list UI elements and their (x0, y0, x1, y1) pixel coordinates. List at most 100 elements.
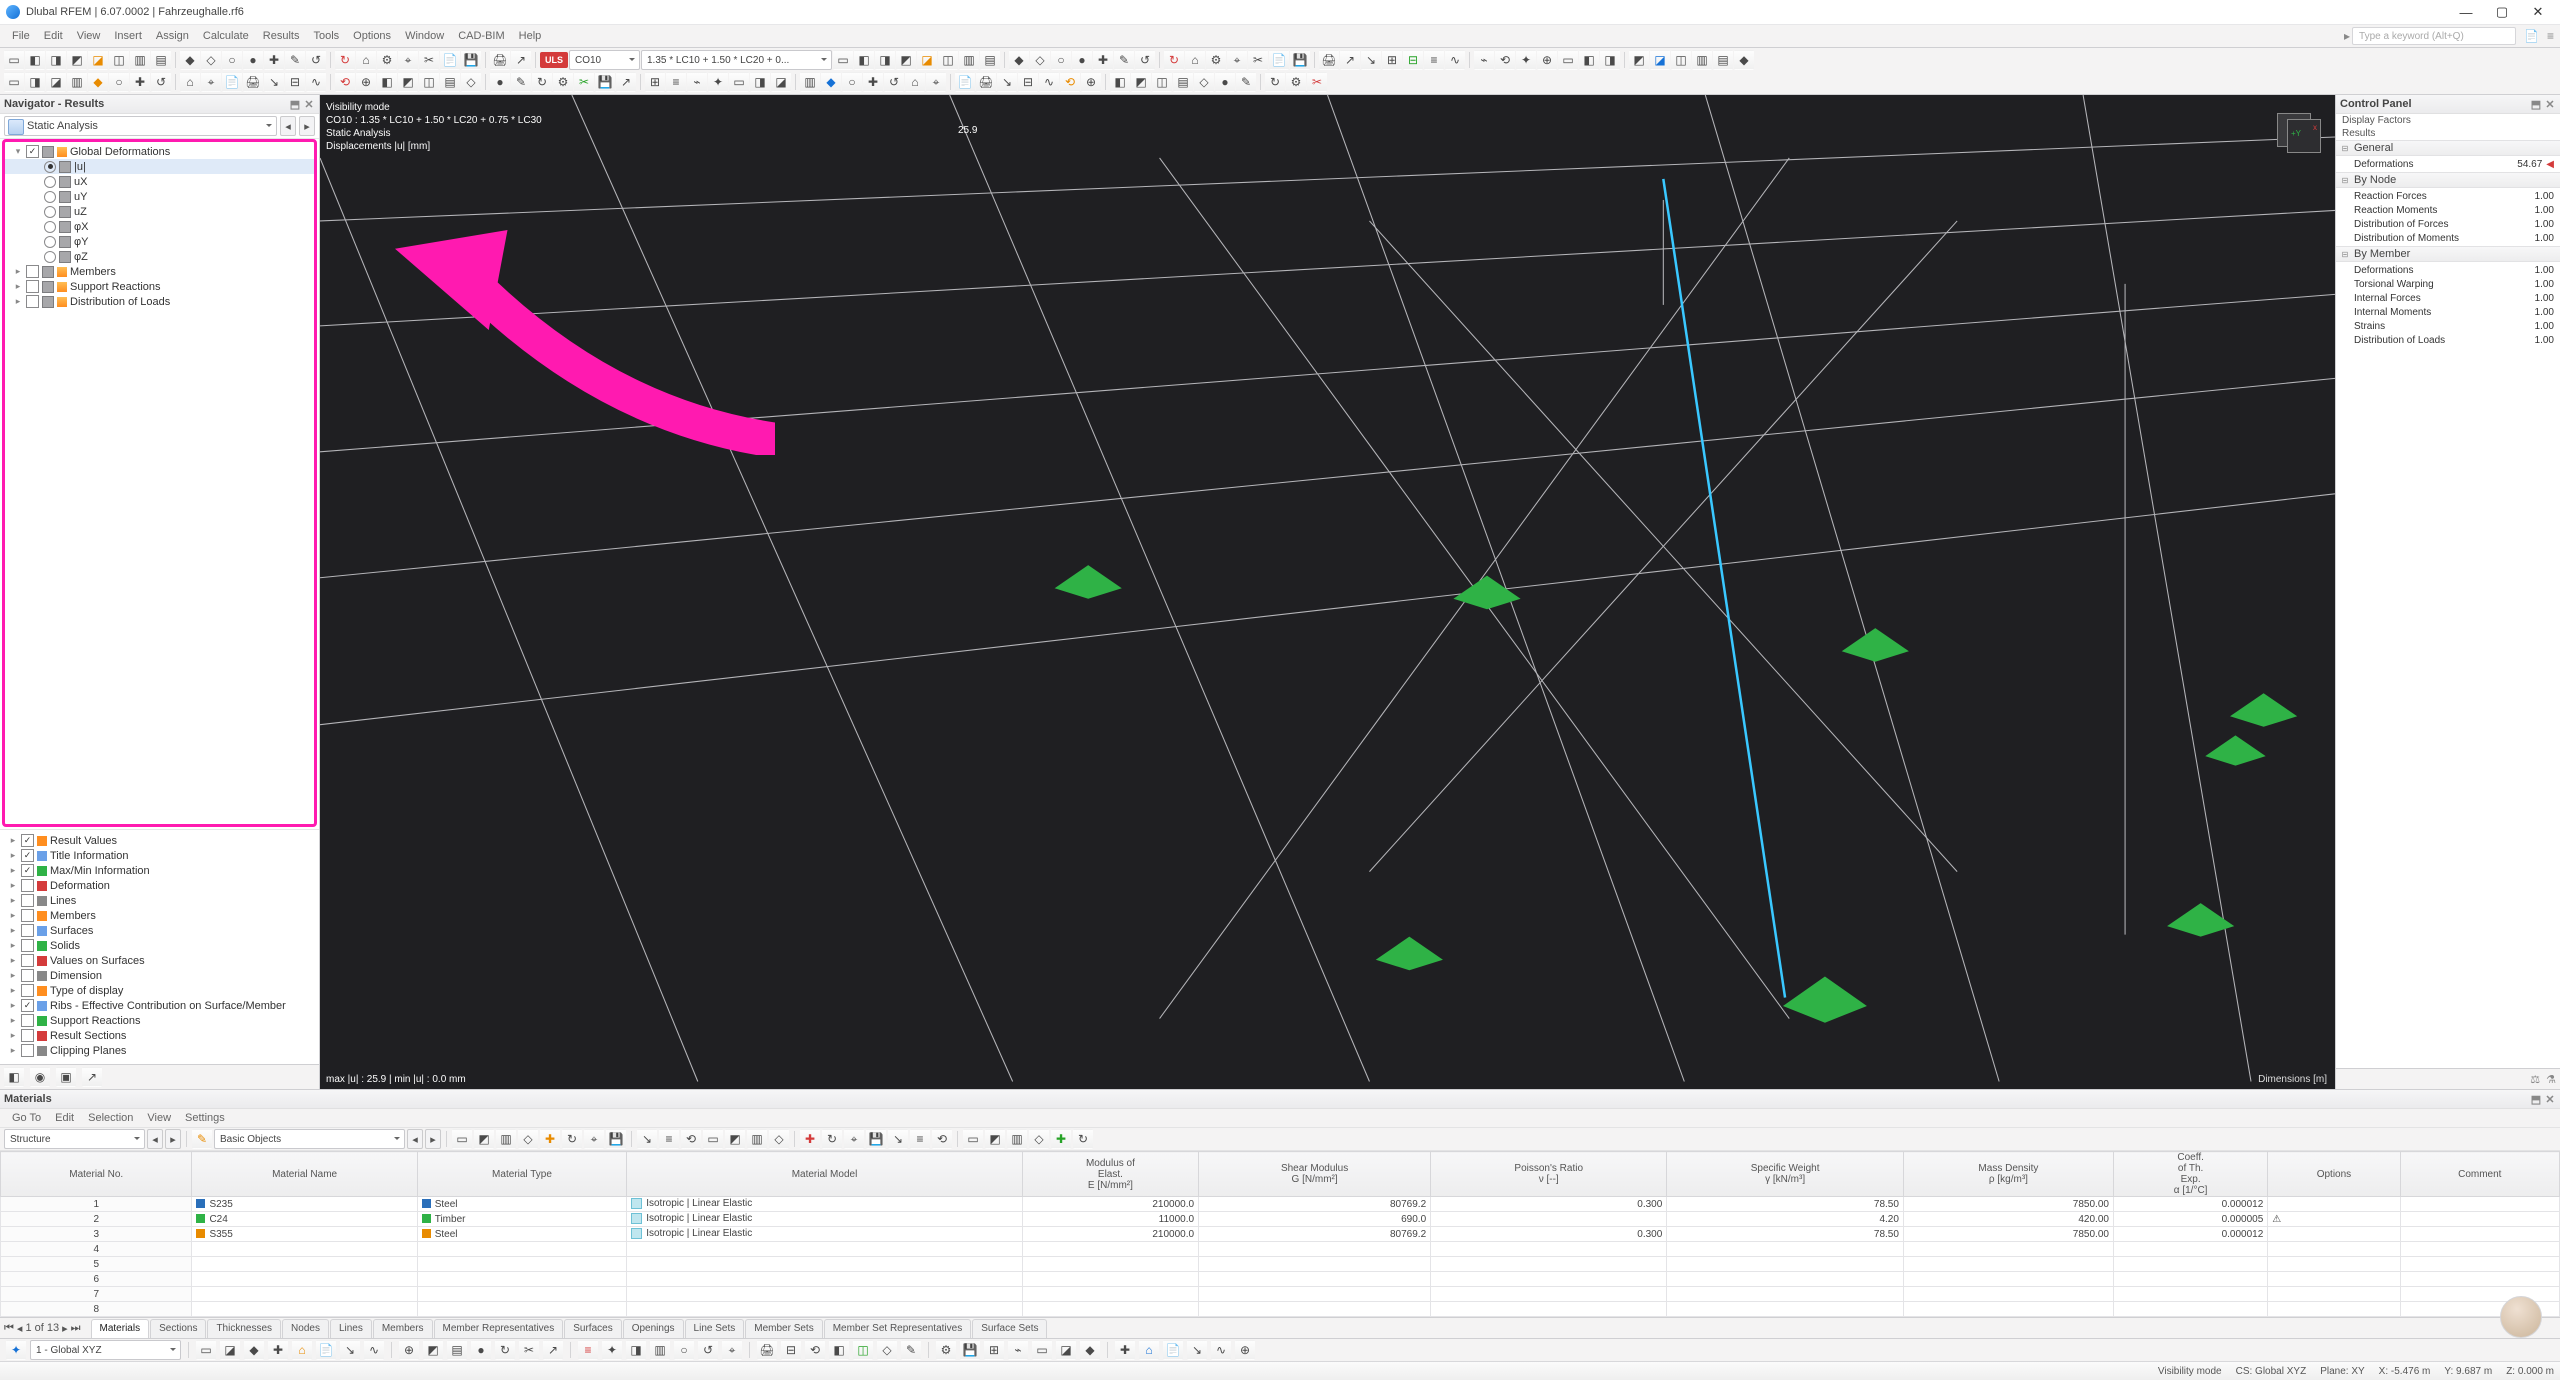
tab-materials[interactable]: Materials (91, 1319, 150, 1338)
toolbar-button[interactable]: ◫ (1671, 50, 1691, 70)
toolbar-button[interactable]: ◪ (220, 1340, 240, 1360)
toolbar-button[interactable]: 💾 (866, 1129, 886, 1149)
toolbar-button[interactable]: ◩ (423, 1340, 443, 1360)
toolbar-button[interactable]: ◇ (518, 1129, 538, 1149)
toolbar-button[interactable]: ◩ (474, 1129, 494, 1149)
toolbar-button[interactable]: ⊟ (1403, 50, 1423, 70)
toolbar-button[interactable]: ✎ (901, 1340, 921, 1360)
toolbar-button[interactable]: 📄 (955, 72, 975, 92)
toolbar-button[interactable]: ▥ (650, 1340, 670, 1360)
toolbar-button[interactable]: ↘ (637, 1129, 657, 1149)
toolbar-button[interactable]: ▥ (800, 72, 820, 92)
toolbar-button[interactable]: 💾 (606, 1129, 626, 1149)
col-header[interactable]: Material Type (417, 1152, 627, 1197)
toolbar-button[interactable]: ◧ (854, 50, 874, 70)
toolbar-button[interactable]: ◧ (1110, 72, 1130, 92)
minimize-button[interactable]: — (2448, 1, 2484, 23)
toolbar-button[interactable]: ▥ (496, 1129, 516, 1149)
footer-cam-icon[interactable]: ▣ (56, 1067, 76, 1087)
toolbar-button[interactable]: ⊕ (399, 1340, 419, 1360)
toolbar-button[interactable]: ↺ (1135, 50, 1155, 70)
results-tree[interactable]: ▾ ✓ Global Deformations |u|uXuYuZφXφYφZ … (2, 139, 317, 827)
menu-help[interactable]: Help (513, 30, 548, 42)
toolbar-button[interactable]: ▤ (440, 72, 460, 92)
col-header[interactable]: Poisson's Ratioν [--] (1431, 1152, 1667, 1197)
toolbar-button[interactable]: ◩ (67, 50, 87, 70)
toolbar-button[interactable]: ↻ (495, 1340, 515, 1360)
toolbar-button[interactable]: ✚ (1051, 1129, 1071, 1149)
prev-basic-button[interactable]: ◂ (407, 1129, 423, 1149)
toolbar-button[interactable]: ⊟ (285, 72, 305, 92)
col-header[interactable]: Mass Densityρ [kg/m³] (1903, 1152, 2113, 1197)
toolbar-button[interactable]: ⌁ (1474, 50, 1494, 70)
menu-view[interactable]: View (71, 30, 107, 42)
toolbar-button[interactable]: ⚙ (1286, 72, 1306, 92)
display-option[interactable]: ▸Surfaces (0, 923, 319, 938)
toolbar-button[interactable]: ◪ (1650, 50, 1670, 70)
next-analysis-button[interactable]: ▸ (299, 116, 315, 136)
toolbar-button[interactable]: ◇ (201, 50, 221, 70)
toolbar-button[interactable]: ◨ (875, 50, 895, 70)
tab-lines[interactable]: Lines (330, 1319, 372, 1338)
toolbar-button[interactable]: ◩ (896, 50, 916, 70)
toolbar-button[interactable]: ↻ (822, 1129, 842, 1149)
toolbar-button[interactable]: ↺ (698, 1340, 718, 1360)
coord-combo[interactable]: 1 - Global XYZ (30, 1340, 181, 1360)
toolbar-button[interactable]: ◆ (1734, 50, 1754, 70)
toolbar-button[interactable]: ◆ (244, 1340, 264, 1360)
toolbar-button[interactable]: ⟲ (335, 72, 355, 92)
axes-icon[interactable]: ✦ (6, 1340, 26, 1360)
toolbar-button[interactable]: ◆ (1009, 50, 1029, 70)
toolbar-button[interactable]: ⊕ (1537, 50, 1557, 70)
toolbar-button[interactable]: ✚ (863, 72, 883, 92)
toolbar-button[interactable]: ◨ (1600, 50, 1620, 70)
toolbar-button[interactable]: ○ (222, 50, 242, 70)
toolbar-button[interactable]: ⊟ (781, 1340, 801, 1360)
tip-icon[interactable]: 📄 (2524, 29, 2539, 43)
deform-option-x[interactable]: φX (5, 219, 314, 234)
tab-sections[interactable]: Sections (150, 1319, 206, 1338)
last-tab-button[interactable]: ⏭ (71, 1322, 81, 1335)
toolbar-button[interactable]: ▥ (959, 50, 979, 70)
toolbar-button[interactable]: ≡ (666, 72, 686, 92)
toolbar-button[interactable]: ≡ (659, 1129, 679, 1149)
toolbar-button[interactable]: ✚ (800, 1129, 820, 1149)
toolbar-button[interactable]: ▭ (452, 1129, 472, 1149)
col-header[interactable]: Coeff.of Th.Exp.α [1/°C] (2113, 1152, 2267, 1197)
scale-icon[interactable]: ⚖ (2530, 1073, 2540, 1086)
toolbar-button[interactable]: ✚ (130, 72, 150, 92)
keyword-search[interactable]: Type a keyword (Alt+Q) (2352, 27, 2516, 45)
tab-line-sets[interactable]: Line Sets (685, 1319, 745, 1338)
prev-analysis-button[interactable]: ◂ (280, 116, 296, 136)
menu-assign[interactable]: Assign (150, 30, 195, 42)
toolbar-button[interactable]: ▤ (151, 50, 171, 70)
toolbar-button[interactable]: ↻ (1265, 72, 1285, 92)
toolbar-button[interactable]: ◨ (25, 72, 45, 92)
toolbar-button[interactable]: 💾 (595, 72, 615, 92)
toolbar-button[interactable]: ↘ (888, 1129, 908, 1149)
toolbar-button[interactable]: ⊕ (1235, 1340, 1255, 1360)
toolbar-button[interactable]: ↺ (151, 72, 171, 92)
toolbar-button[interactable]: ▭ (963, 1129, 983, 1149)
first-tab-button[interactable]: ⏮ (4, 1322, 14, 1335)
prop-row[interactable]: Distribution of Loads1.00 (2336, 333, 2560, 347)
toolbar-button[interactable]: 📄 (440, 50, 460, 70)
toolbar-button[interactable]: 💾 (1290, 50, 1310, 70)
toolbar-button[interactable]: ✎ (511, 72, 531, 92)
basic-objects-combo[interactable]: Basic Objects (214, 1129, 405, 1149)
display-option[interactable]: ▸Dimension (0, 968, 319, 983)
prop-row[interactable]: Internal Moments1.00 (2336, 305, 2560, 319)
toolbar-button[interactable]: ◧ (1579, 50, 1599, 70)
table-row[interactable]: 3S355SteelIsotropic | Linear Elastic2100… (1, 1227, 2560, 1242)
toolbar-button[interactable]: ✚ (1093, 50, 1113, 70)
display-option[interactable]: ▸✓Result Values (0, 833, 319, 848)
toolbar-button[interactable]: ◧ (25, 50, 45, 70)
col-header[interactable]: Specific Weightγ [kN/m³] (1667, 1152, 1904, 1197)
menu-options[interactable]: Options (347, 30, 397, 42)
mat-menu-settings[interactable]: Settings (179, 1112, 231, 1124)
toolbar-button[interactable]: ⊞ (984, 1340, 1004, 1360)
tab-member-sets[interactable]: Member Sets (745, 1319, 822, 1338)
materials-table[interactable]: Material No.Material NameMaterial TypeMa… (0, 1151, 2560, 1317)
footer-view-icon[interactable]: ◧ (4, 1067, 24, 1087)
maximize-button[interactable]: ▢ (2484, 1, 2520, 23)
